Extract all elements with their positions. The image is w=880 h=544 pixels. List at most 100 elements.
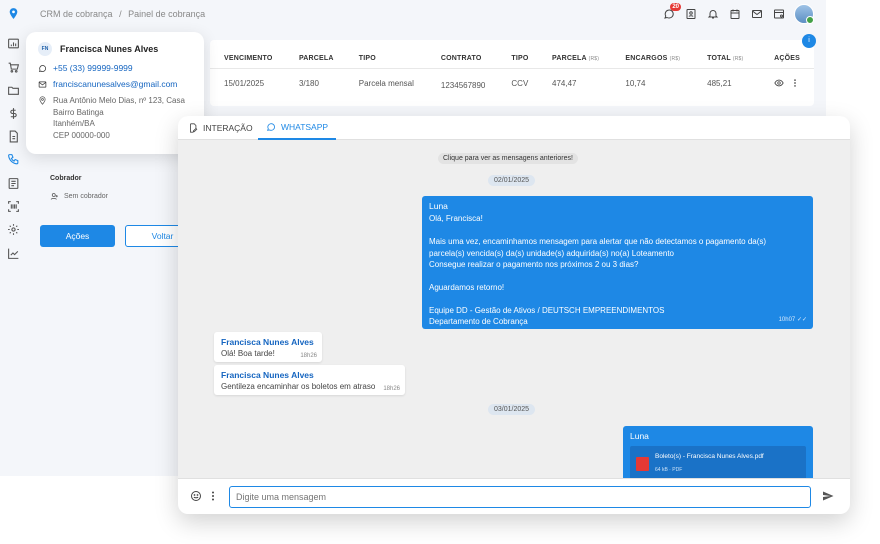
acoes-button[interactable]: Ações	[40, 225, 115, 247]
cell-tipo: Parcela mensal	[344, 68, 427, 98]
installments-table: VENCIMENTO PARCELA TIPO CONTRATO TIPO PA…	[210, 40, 814, 98]
column-header: TIPO	[358, 55, 376, 62]
emoji-icon[interactable]	[190, 490, 202, 502]
user-avatar[interactable]	[794, 4, 814, 24]
message-line: Departamento de Cobrança	[429, 317, 528, 327]
top-bar: CRM de cobrança / Painel de cobrança 20	[26, 0, 826, 28]
cobrador-box: Cobrador Sem cobrador	[40, 166, 180, 216]
mail-icon	[38, 81, 47, 88]
chat-tabs: INTERAÇÃO WHATSAPP	[178, 116, 850, 140]
contact-email-row[interactable]: franciscanunesalves@gmail.com	[38, 79, 192, 89]
tab-interacao[interactable]: INTERAÇÃO	[180, 116, 261, 140]
cart-icon[interactable]	[6, 60, 20, 74]
message-line	[429, 293, 806, 304]
message-line: Consegue realizar o pagamento nos próxim…	[429, 260, 639, 270]
contact-initials-avatar: FN	[38, 42, 52, 56]
contact-header: FN Francisca Nunes Alves	[38, 42, 192, 56]
contact-phone-row[interactable]: +55 (33) 99999-9999	[38, 63, 192, 73]
tab-label: WHATSAPP	[281, 122, 329, 132]
message-sender: Luna	[630, 431, 649, 441]
installments-table-card: VENCIMENTO PARCELA TIPO CONTRATO TIPO PA…	[210, 40, 814, 106]
load-previous-messages[interactable]: Clique para ver as mensagens anteriores!	[438, 153, 578, 164]
incoming-message[interactable]: Francisca Nunes Alves Olá! Boa tarde! 18…	[214, 332, 322, 362]
window-icon[interactable]	[772, 7, 786, 21]
attachment-meta: 64 kB · PDF	[655, 466, 683, 473]
send-icon[interactable]	[822, 490, 834, 502]
table-row[interactable]: 15/01/2025 3/180 Parcela mensal 12345678…	[210, 68, 814, 98]
column-header: ENCARGOS (R$)	[625, 55, 681, 62]
column-header: PARCELA	[298, 55, 334, 62]
notification-badge: 20	[670, 3, 681, 11]
address-line: CEP 00000-000	[53, 130, 110, 140]
incoming-message[interactable]: Francisca Nunes Alves Gentileza encaminh…	[214, 365, 405, 395]
message-line: parcela(s) vencida(s) da(s) unidade(s) a…	[429, 248, 675, 258]
column-header: PARCELA (R$)	[552, 55, 600, 62]
address-line: Rua Antônio Melo Dias, nº 123, Casa	[53, 96, 185, 105]
address-line: Itanhém/BA	[53, 119, 95, 128]
read-check-icon: ✓✓	[796, 316, 807, 323]
location-pin-logo-icon[interactable]	[6, 6, 20, 20]
table-header-row: VENCIMENTO PARCELA TIPO CONTRATO TIPO PA…	[210, 40, 814, 69]
folder-icon[interactable]	[6, 83, 20, 97]
whatsapp-notifications-icon[interactable]: 20	[662, 3, 681, 21]
message-line	[429, 225, 806, 236]
calendar-icon[interactable]	[728, 7, 742, 21]
pdf-attachment[interactable]: Boleto(s) - Francisca Nunes Alves.pdf 64…	[630, 446, 806, 482]
outgoing-message[interactable]: Luna Olá, Francisca! Mais uma vez, encam…	[422, 196, 813, 329]
cobrador-title: Cobrador	[50, 175, 82, 182]
location-pin-icon	[39, 96, 46, 105]
cell-encargos: 10,74	[611, 68, 694, 98]
bell-icon[interactable]	[706, 7, 720, 21]
contact-phone[interactable]: +55 (33) 99999-9999	[53, 63, 133, 73]
message-line: Olá, Francisca!	[429, 214, 483, 224]
breadcrumb-painel[interactable]: Painel de cobrança	[128, 9, 205, 19]
message-sender: Francisca Nunes Alves	[221, 337, 314, 347]
cell-actions	[754, 68, 814, 98]
message-sender: Luna	[429, 201, 448, 211]
chat-panel: INTERAÇÃO WHATSAPP Clique para ver as me…	[178, 116, 850, 514]
message-composer	[178, 478, 850, 514]
cell-valor: 474,47	[538, 68, 612, 98]
breadcrumb-separator: /	[119, 9, 122, 19]
dollar-icon[interactable]	[6, 106, 20, 120]
barcode-scan-icon[interactable]	[6, 199, 20, 213]
cell-total: 485,21	[693, 68, 755, 98]
more-vertical-icon[interactable]	[207, 490, 219, 502]
info-icon[interactable]: i	[802, 34, 816, 48]
message-line: Mais uma vez, encaminhamos mensagem para…	[429, 237, 767, 247]
top-icons: 20	[662, 3, 814, 24]
trend-chart-icon[interactable]	[6, 246, 20, 260]
document-money-icon[interactable]	[6, 129, 20, 143]
date-separator: 02/01/2025	[488, 175, 536, 186]
outgoing-attachment-message[interactable]: Luna Boleto(s) - Francisca Nunes Alves.p…	[623, 426, 813, 482]
cell-contrato: 1234567890	[426, 68, 498, 98]
whatsapp-icon	[38, 65, 46, 73]
date-separator: 03/01/2025	[488, 404, 536, 415]
more-vertical-icon[interactable]	[790, 78, 800, 88]
contact-email[interactable]: franciscanunesalves@gmail.com	[53, 79, 177, 89]
cell-vencimento: 15/01/2025	[210, 68, 285, 98]
phone-icon[interactable]	[6, 152, 20, 166]
eye-icon[interactable]	[774, 78, 784, 88]
column-header: TOTAL (R$)	[707, 55, 744, 62]
message-line: Equipe DD - Gestão de Ativos / DEUTSCH E…	[429, 305, 665, 315]
dashboard-icon[interactable]	[6, 36, 20, 50]
message-time: 10h07 ✓✓	[778, 316, 807, 323]
tab-label: INTERAÇÃO	[203, 123, 253, 133]
tab-whatsapp[interactable]: WHATSAPP	[258, 116, 337, 140]
checklist-icon[interactable]	[6, 176, 20, 190]
message-sender: Francisca Nunes Alves	[221, 370, 314, 380]
whatsapp-icon	[266, 123, 275, 131]
breadcrumb-crm[interactable]: CRM de cobrança	[40, 9, 113, 19]
contact-card-icon[interactable]	[684, 7, 698, 21]
message-time: 18h26	[383, 386, 400, 392]
column-header: TIPO	[511, 55, 529, 62]
mail-icon[interactable]	[750, 7, 764, 21]
contact-address: Rua Antônio Melo Dias, nº 123, Casa Bair…	[53, 95, 185, 141]
cobrador-value: Sem cobrador	[50, 192, 180, 201]
column-header: VENCIMENTO	[224, 55, 273, 62]
settings-gear-icon[interactable]	[6, 222, 20, 236]
contact-name: Francisca Nunes Alves	[60, 44, 159, 54]
pdf-file-icon	[636, 456, 649, 471]
message-input[interactable]	[229, 486, 811, 508]
